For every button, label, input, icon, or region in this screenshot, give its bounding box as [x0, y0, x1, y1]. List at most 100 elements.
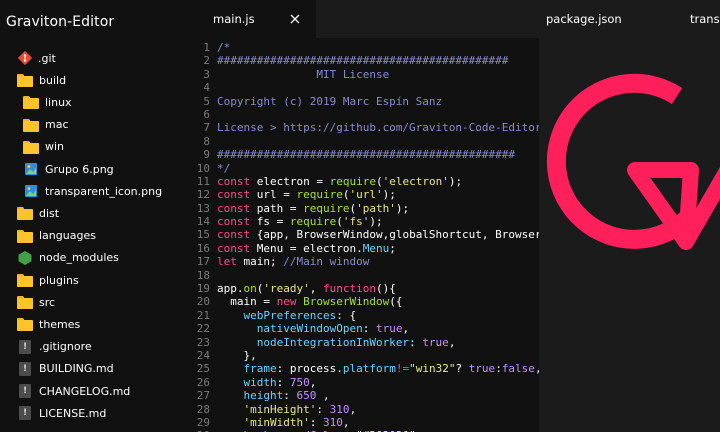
code-token: : process. — [276, 362, 343, 376]
tree-item-label: .git — [38, 51, 56, 65]
code-token: License > https://github.com/Graviton-Co… — [217, 121, 539, 135]
line-number: 16 — [196, 241, 210, 255]
code-token: ########################################… — [217, 148, 516, 162]
line-number: 3 — [203, 67, 210, 81]
tree-item-dist[interactable]: dist — [17, 202, 59, 224]
code-line: 5 Copyright (c) 2019 Marc Espín Sanz — [188, 95, 539, 108]
code-token: ({ — [389, 295, 403, 309]
app-title: Graviton-Editor — [6, 14, 115, 30]
code-token: require — [289, 215, 337, 229]
tab-package-json[interactable]: package.json — [546, 0, 622, 38]
tree-item-git[interactable]: .git — [17, 47, 56, 69]
tree-item-linux[interactable]: linux — [23, 91, 72, 113]
tree-item-label: LICENSE.md — [39, 406, 107, 420]
tree-item-label: CHANGELOG.md — [39, 384, 131, 398]
tree-item-src[interactable]: src — [17, 291, 55, 313]
code-token: let — [217, 255, 237, 269]
tree-item-gitignore[interactable]: .gitignore — [17, 336, 92, 358]
tree-item-plugins[interactable]: plugins — [17, 269, 79, 291]
code-token: Menu = electron. — [250, 241, 363, 255]
line-source: frame: process.platform!="win32"? true:f… — [217, 362, 539, 375]
code-line: 25 frame: process.platform!="win32"? tru… — [188, 362, 539, 375]
line-number: 29 — [196, 415, 210, 429]
line-source: width: 750, — [217, 376, 316, 389]
tree-item-themes[interactable]: themes — [17, 313, 80, 335]
tree-item-label: dist — [39, 206, 60, 220]
code-token: platform — [342, 362, 396, 376]
code-token: on — [243, 282, 257, 296]
line-number: 1 — [203, 41, 210, 54]
code-token: webPreferences — [217, 308, 337, 322]
tree-item-label: plugins — [39, 273, 79, 287]
code-token: /* — [217, 41, 231, 54]
tree-item-changelog-md[interactable]: CHANGELOG.md — [17, 380, 130, 402]
line-number: 22 — [196, 322, 210, 336]
code-token: ( — [336, 215, 343, 229]
code-token: const — [217, 241, 251, 255]
tree-item-building-md[interactable]: BUILDING.md — [17, 358, 114, 380]
line-source: app.on('ready', function(){ — [217, 282, 396, 295]
tree-item-transparent-icon-png[interactable]: transparent_icon.png — [23, 180, 162, 202]
tree-item-label: transparent_icon.png — [45, 184, 163, 198]
tree-item-node-modules[interactable]: node_modules — [17, 247, 119, 269]
code-token: , — [402, 322, 410, 336]
tab-bar: main.js package.json transp — [188, 0, 720, 38]
code-token: //Main window — [283, 255, 370, 269]
tree-item-mac[interactable]: mac — [23, 114, 69, 136]
line-number: 13 — [196, 201, 210, 215]
code-token: Copyright (c) 2019 Marc Espín Sanz — [217, 94, 443, 108]
code-token: true — [422, 335, 449, 349]
code-line: 12 const url = require('url'); — [188, 188, 539, 201]
code-token: , — [448, 335, 456, 349]
code-line: 10 */ — [188, 162, 539, 175]
folder-icon — [23, 139, 39, 155]
code-token: require — [296, 188, 343, 202]
code-token: 310 — [329, 402, 350, 416]
code-line: 22 nativeWindowOpen: true, — [188, 322, 539, 335]
tree-item-grupo-6-png[interactable]: Grupo 6.png — [23, 158, 114, 180]
code-token: : — [409, 335, 423, 349]
line-source: const path = require('path'); — [217, 202, 409, 215]
line-number: 4 — [203, 81, 210, 95]
code-token: function — [322, 282, 376, 296]
line-number: 9 — [203, 148, 210, 162]
tree-item-win[interactable]: win — [23, 136, 64, 158]
line-number: 19 — [196, 282, 210, 296]
line-number: 5 — [203, 94, 210, 108]
line-source: /* — [217, 41, 230, 54]
close-icon[interactable] — [289, 13, 301, 25]
code-token: : — [276, 375, 290, 389]
tree-item-label: languages — [39, 229, 96, 243]
tree-item-label: mac — [45, 118, 69, 132]
code-line: 11 const electron = require('electron'); — [188, 175, 539, 188]
code-editor[interactable]: 1 /* 2 ####################################… — [188, 38, 539, 432]
code-line: 4 — [188, 81, 539, 94]
line-number: 8 — [203, 134, 210, 148]
code-line: 16 const Menu = electron.Menu; — [188, 242, 539, 255]
tab-transparent[interactable]: transp — [690, 0, 720, 38]
code-token: , — [342, 415, 350, 429]
code-token: 650 — [296, 389, 317, 403]
code-token: */ — [217, 161, 231, 175]
code-token: 'minHeight' — [217, 402, 317, 416]
tree-item-license-md[interactable]: LICENSE.md — [17, 402, 106, 424]
tab-label: package.json — [546, 12, 622, 26]
tree-item-languages[interactable]: languages — [17, 225, 96, 247]
line-number: 2 — [203, 54, 210, 68]
code-token: true — [468, 362, 496, 376]
line-number: 7 — [203, 121, 210, 135]
line-number: 18 — [196, 268, 210, 282]
tree-item-build[interactable]: build — [17, 69, 66, 91]
line-source: let main; //Main window — [217, 255, 369, 268]
code-token: app. — [217, 282, 244, 296]
line-number: 6 — [203, 107, 210, 121]
code-line: 21 webPreferences: { — [188, 309, 539, 322]
tab-main-js[interactable]: main.js — [188, 0, 316, 38]
code-line: 7 License > https://github.com/Graviton-C… — [188, 121, 539, 134]
code-token: ? — [455, 362, 469, 376]
code-line: 19 app.on('ready', function(){ — [188, 282, 539, 295]
tree-item-label: node_modules — [39, 251, 119, 265]
line-source: const electron = require('electron'); — [217, 175, 462, 188]
tree-item-label: win — [45, 140, 65, 154]
code-line: 29 'minWidth': 310, — [188, 416, 539, 429]
